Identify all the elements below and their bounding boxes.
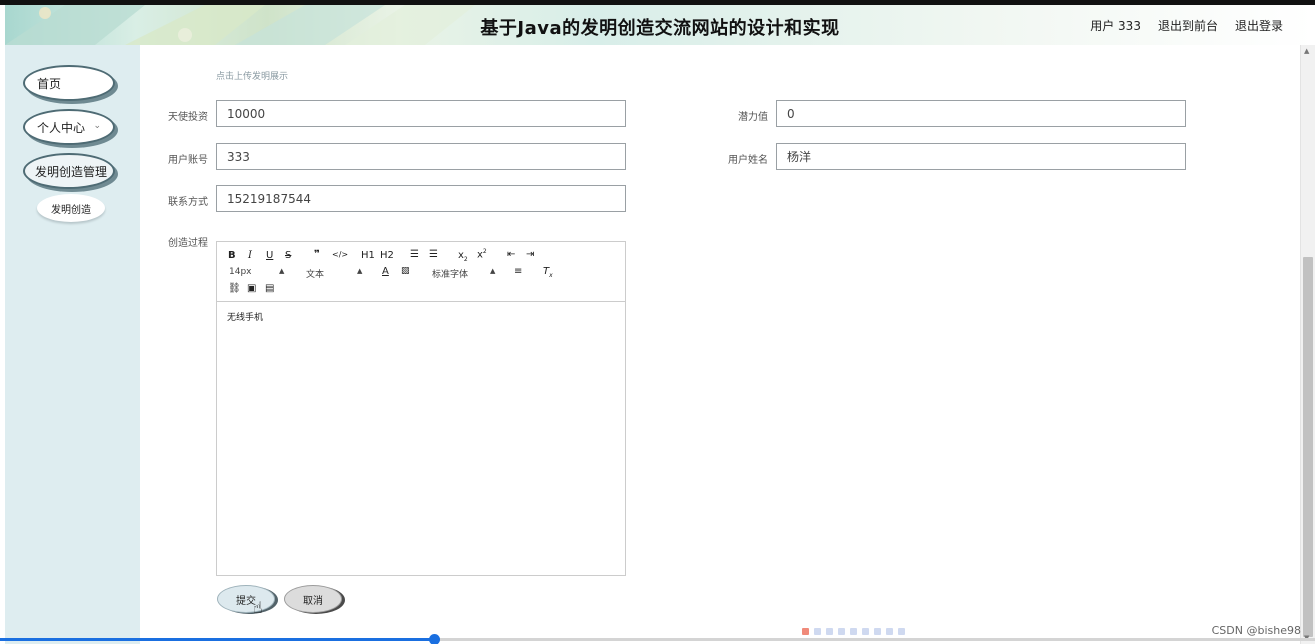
watermark: CSDN @bishe98: [1211, 624, 1301, 637]
bullet-list-icon[interactable]: ☰: [429, 249, 438, 260]
italic-icon[interactable]: I: [248, 250, 252, 261]
user-name-label: 用户姓名: [728, 155, 768, 166]
ime-icon: [838, 628, 845, 635]
ime-icon: [886, 628, 893, 635]
submit-button[interactable]: 提交: [217, 585, 275, 613]
scroll-thumb[interactable]: [1303, 257, 1313, 637]
user-label: 用户 333: [1090, 19, 1141, 33]
user-account-label: 用户账号: [168, 155, 208, 166]
font-color-icon[interactable]: A: [382, 266, 389, 277]
text-type-select[interactable]: 文本: [306, 267, 324, 280]
heading1-label: H1: [361, 250, 375, 261]
contact-input[interactable]: 15219187544: [216, 185, 626, 212]
sidebar-item-home[interactable]: 首页: [23, 65, 115, 101]
code-icon[interactable]: </>: [332, 250, 348, 259]
ordered-list-icon[interactable]: ☰: [410, 249, 419, 260]
contact-label: 联系方式: [168, 197, 208, 208]
header-user-area: 用户 333 退出到前台 退出登录: [1090, 17, 1283, 34]
editor-toolbar: B I U S ❞ </> H1 H2 ☰ ☰ x2 x2 ⇤ ⇥ 14px ▲…: [217, 242, 625, 302]
blockquote-icon[interactable]: ❞: [314, 249, 320, 260]
sidebar-item-label: 首页: [37, 76, 62, 91]
process-label: 创造过程: [168, 238, 208, 249]
header: 基于Java的发明创造交流网站的设计和实现 用户 333 退出到前台 退出登录: [5, 5, 1315, 45]
sidebar-item-personal-center[interactable]: 个人中心 ⌄: [23, 109, 115, 145]
sidebar-item-invention-management[interactable]: 发明创造管理: [23, 153, 115, 189]
angel-investment-input[interactable]: 10000: [216, 100, 626, 127]
sort-arrows-icon: ▲: [279, 267, 285, 275]
potential-input[interactable]: 0: [776, 100, 1186, 127]
subscript-icon[interactable]: x2: [458, 250, 468, 263]
heading2-label: H2: [380, 250, 394, 261]
indent-icon[interactable]: ⇥: [526, 249, 534, 260]
video-progress-bar[interactable]: [0, 634, 1315, 644]
sort-arrows-icon: ▲: [490, 267, 496, 275]
sidebar-subitem-invention[interactable]: 发明创造: [37, 194, 105, 222]
chevron-down-icon: ⌄: [93, 121, 101, 131]
ime-icon: [802, 628, 809, 635]
ime-icon: [814, 628, 821, 635]
clear-format-icon[interactable]: Tx: [543, 266, 553, 279]
font-family-select[interactable]: 标准字体: [432, 267, 468, 280]
align-icon[interactable]: ≡: [514, 266, 522, 277]
cancel-button[interactable]: 取消: [284, 585, 342, 613]
video-icon[interactable]: ▤: [265, 283, 274, 294]
rich-text-editor: B I U S ❞ </> H1 H2 ☰ ☰ x2 x2 ⇤ ⇥ 14px ▲…: [216, 241, 626, 576]
video-progress-fill: [0, 638, 434, 641]
underline-icon[interactable]: U: [266, 250, 273, 261]
heading2-icon[interactable]: H2: [380, 250, 394, 261]
ime-icon: [898, 628, 905, 635]
bold-icon[interactable]: B: [228, 250, 236, 261]
image-icon[interactable]: ▣: [247, 283, 256, 294]
user-account-input[interactable]: 333: [216, 143, 626, 170]
font-size-select[interactable]: 14px: [229, 267, 252, 277]
ime-icon: [826, 628, 833, 635]
sidebar-item-label: 发明创造管理: [35, 164, 108, 179]
ime-icon: [862, 628, 869, 635]
ime-icon: [850, 628, 857, 635]
ime-icon: [874, 628, 881, 635]
scrollbar[interactable]: ▲ ▼: [1300, 45, 1315, 644]
logout-link[interactable]: 退出登录: [1235, 17, 1283, 34]
main-form: 点击上传发明展示 天使投资 10000 潜力值 0 用户账号 333 用户姓名 …: [140, 45, 1300, 644]
strikethrough-icon[interactable]: S: [285, 250, 291, 261]
link-icon[interactable]: ⛓: [228, 283, 241, 294]
sidebar: 首页 个人中心 ⌄ 发明创造管理 发明创造: [5, 45, 140, 644]
upload-hint[interactable]: 点击上传发明展示: [216, 69, 288, 82]
page: 基于Java的发明创造交流网站的设计和实现 用户 333 退出到前台 退出登录 …: [0, 0, 1315, 644]
user-name-input[interactable]: 杨洋: [776, 143, 1186, 170]
ime-toolbar: [802, 628, 905, 635]
potential-label: 潜力值: [738, 112, 768, 123]
hand-cursor-icon: ☝: [253, 598, 263, 617]
superscript-icon[interactable]: x2: [477, 248, 487, 260]
scroll-up-icon[interactable]: ▲: [1304, 47, 1309, 55]
sort-arrows-icon: ▲: [357, 267, 363, 275]
video-progress-knob[interactable]: [429, 634, 440, 644]
sidebar-item-label: 个人中心: [37, 120, 86, 135]
outdent-icon[interactable]: ⇤: [507, 249, 515, 260]
angel-investment-label: 天使投资: [168, 112, 208, 123]
background-color-icon[interactable]: ▧: [401, 266, 410, 276]
exit-to-front-link[interactable]: 退出到前台: [1158, 17, 1218, 34]
editor-content[interactable]: 无线手机: [217, 302, 625, 331]
heading1-icon[interactable]: H1: [361, 250, 375, 261]
